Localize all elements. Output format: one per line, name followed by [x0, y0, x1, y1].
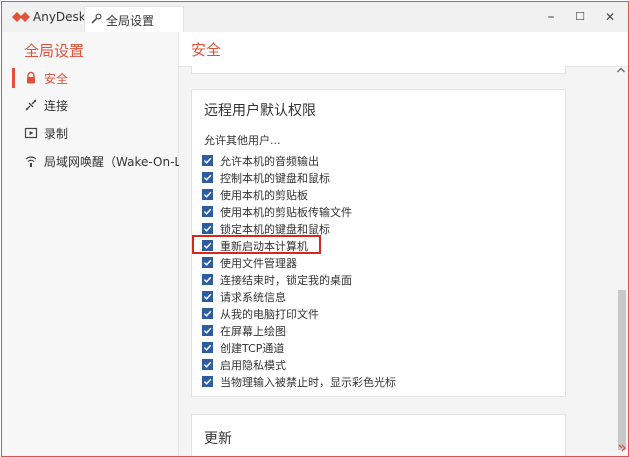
permission-label: 使用文件管理器 [220, 257, 297, 270]
permission-label: 当物理输入被禁止时，显示彩色光标 [220, 376, 396, 389]
sidebar-item-label: 录制 [44, 127, 69, 141]
checkbox-checked-icon[interactable] [202, 155, 213, 166]
connection-icon [25, 99, 37, 111]
sidebar-item-recording[interactable]: 录制 [2, 120, 178, 146]
permissions-card: 远程用户默认权限 允许其他用户... 允许本机的音频输出 控制本机的键盘和鼠标 … [191, 89, 566, 397]
sidebar-item-label: 安全 [44, 72, 69, 86]
sidebar-item-wake-on-lan[interactable]: 局域网唤醒（Wake-On-L... [2, 148, 193, 174]
tab-global-settings[interactable]: 全局设置 [84, 6, 184, 32]
permission-label: 使用本机的剪贴板传输文件 [220, 206, 352, 219]
scroll-up-arrow-icon[interactable] [615, 64, 627, 76]
sidebar-item-security[interactable]: 安全 [2, 65, 178, 91]
minimize-button[interactable]: – [536, 2, 566, 32]
permission-label: 创建TCP通道 [220, 342, 285, 355]
checkbox-checked-icon[interactable] [202, 274, 213, 285]
active-indicator [12, 68, 15, 88]
resize-grip-icon[interactable] [616, 442, 628, 454]
checkbox-checked-icon[interactable] [202, 325, 213, 336]
checkbox-checked-icon[interactable] [202, 342, 213, 353]
close-icon: ✕ [604, 10, 616, 24]
permission-label: 从我的电脑打印文件 [220, 308, 319, 321]
update-card-title: 更新 [204, 431, 232, 447]
permission-label: 使用本机的剪贴板 [220, 189, 308, 202]
anydesk-logo-icon [12, 12, 30, 22]
permission-label: 连接结束时，锁定我的桌面 [220, 274, 352, 287]
maximize-icon: ☐ [575, 10, 585, 23]
title-bar: AnyDesk 全局设置 – ☐ ✕ [2, 2, 628, 32]
record-icon [24, 127, 38, 139]
minimize-icon: – [547, 9, 555, 25]
permission-label: 请求系统信息 [220, 291, 286, 304]
permissions-subtitle: 允许其他用户... [204, 134, 281, 147]
anydesk-window: AnyDesk 全局设置 – ☐ ✕ 全局设置 安全 连接 录制 局域网唤醒（W… [1, 1, 629, 457]
page-title: 安全 [191, 41, 222, 59]
wifi-icon [25, 156, 37, 167]
permission-label: 在屏幕上绘图 [220, 325, 286, 338]
app-name: AnyDesk [33, 10, 86, 24]
permissions-card-title: 远程用户默认权限 [204, 103, 316, 119]
main-panel: 安全 远程用户默认权限 允许其他用户... 允许本机的音频输出 控制本机的键盘和… [179, 32, 628, 456]
checkbox-checked-icon[interactable] [202, 257, 213, 268]
sidebar-item-label: 局域网唤醒（Wake-On-L... [44, 155, 193, 169]
wrench-icon [91, 13, 102, 24]
previous-card-bottom [191, 66, 566, 74]
sidebar: 全局设置 安全 连接 录制 局域网唤醒（Wake-On-L... [2, 32, 193, 456]
checkbox-checked-icon[interactable] [202, 223, 213, 234]
permission-label: 启用隐私模式 [220, 359, 286, 372]
sidebar-item-connection[interactable]: 连接 [2, 92, 178, 118]
checkbox-checked-icon[interactable] [202, 291, 213, 302]
checkbox-checked-icon[interactable] [202, 359, 213, 370]
update-card: 更新 [191, 414, 566, 456]
tab-label: 全局设置 [106, 14, 155, 28]
sidebar-title: 全局设置 [24, 42, 85, 60]
permission-label: 控制本机的键盘和鼠标 [220, 172, 330, 185]
main-header: 安全 [179, 32, 628, 67]
checkbox-checked-icon[interactable] [202, 172, 213, 183]
permission-label: 锁定本机的键盘和鼠标 [220, 223, 330, 236]
permission-label: 允许本机的音频输出 [220, 155, 319, 168]
scrollbar-thumb[interactable] [618, 290, 626, 450]
checkbox-checked-icon[interactable] [202, 308, 213, 319]
checkbox-checked-icon[interactable] [202, 189, 213, 200]
sidebar-item-label: 连接 [44, 99, 69, 113]
lock-icon [27, 71, 35, 84]
maximize-button[interactable]: ☐ [565, 2, 595, 32]
checkbox-checked-icon[interactable] [202, 206, 213, 217]
checkbox-checked-icon[interactable] [202, 376, 213, 387]
close-button[interactable]: ✕ [595, 2, 625, 32]
checkbox-checked-icon[interactable] [202, 240, 213, 251]
permission-label: 重新启动本计算机 [220, 240, 308, 253]
